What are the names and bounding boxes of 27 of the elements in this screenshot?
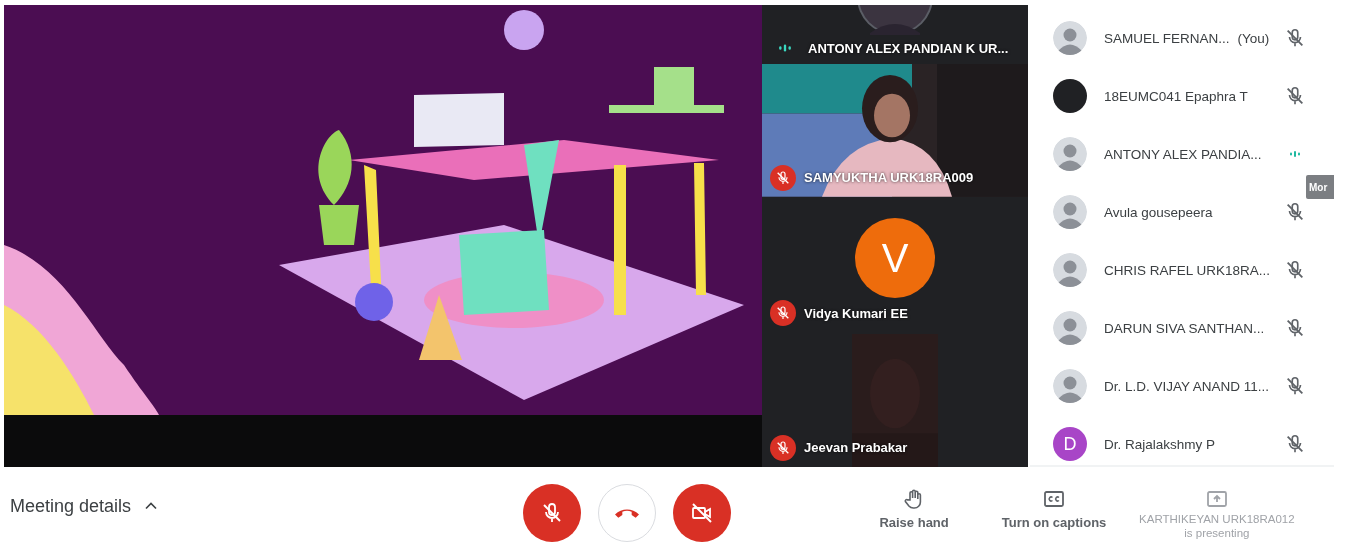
avatar-silhouette-icon: [1053, 195, 1087, 229]
participant-name: DARUN SIVA SANTHAN...: [1104, 320, 1265, 336]
phone-icon: [615, 508, 640, 518]
avatar-silhouette-icon: [1053, 311, 1087, 345]
avatar-silhouette-icon: [1053, 137, 1087, 171]
participant-name: Vidya Kumari EE: [804, 305, 908, 321]
participant-name: Avula gousepeera: [1104, 204, 1213, 220]
participant-name: Jeevan Prabakar: [804, 440, 908, 456]
participant-name: 18EUMC041 Epaphra T: [1104, 88, 1248, 104]
participant-name: ANTONY ALEX PANDIA...: [1104, 146, 1262, 162]
microphone-button[interactable]: [523, 484, 582, 542]
avatar-silhouette-icon: [1053, 369, 1087, 403]
you-label: (You): [1237, 30, 1270, 46]
meeting-details-button[interactable]: Meeting details: [10, 495, 162, 517]
avatar: V: [855, 218, 935, 299]
participant-name: Dr. L.D. VIJAY ANAND 11...: [1104, 378, 1270, 394]
avatar-silhouette-icon: [1053, 21, 1087, 55]
participant-name: ANTONY ALEX PANDIAN K UR...: [808, 40, 1009, 56]
captions-button[interactable]: Turn on captions: [999, 487, 1110, 530]
avatar: D: [1053, 427, 1087, 461]
participant-name: CHRIS RAFEL URK18RA...: [1104, 262, 1271, 278]
participant-name: Dr. Rajalakshmy P: [1104, 436, 1216, 452]
participant-name: SAMUEL FERNAN...: [1104, 30, 1230, 46]
raise-hand-button[interactable]: Raise hand: [859, 487, 970, 530]
camera-button[interactable]: [673, 484, 732, 542]
tooltip: Mor: [1306, 175, 1334, 199]
avatar-silhouette-icon: [1053, 253, 1087, 287]
